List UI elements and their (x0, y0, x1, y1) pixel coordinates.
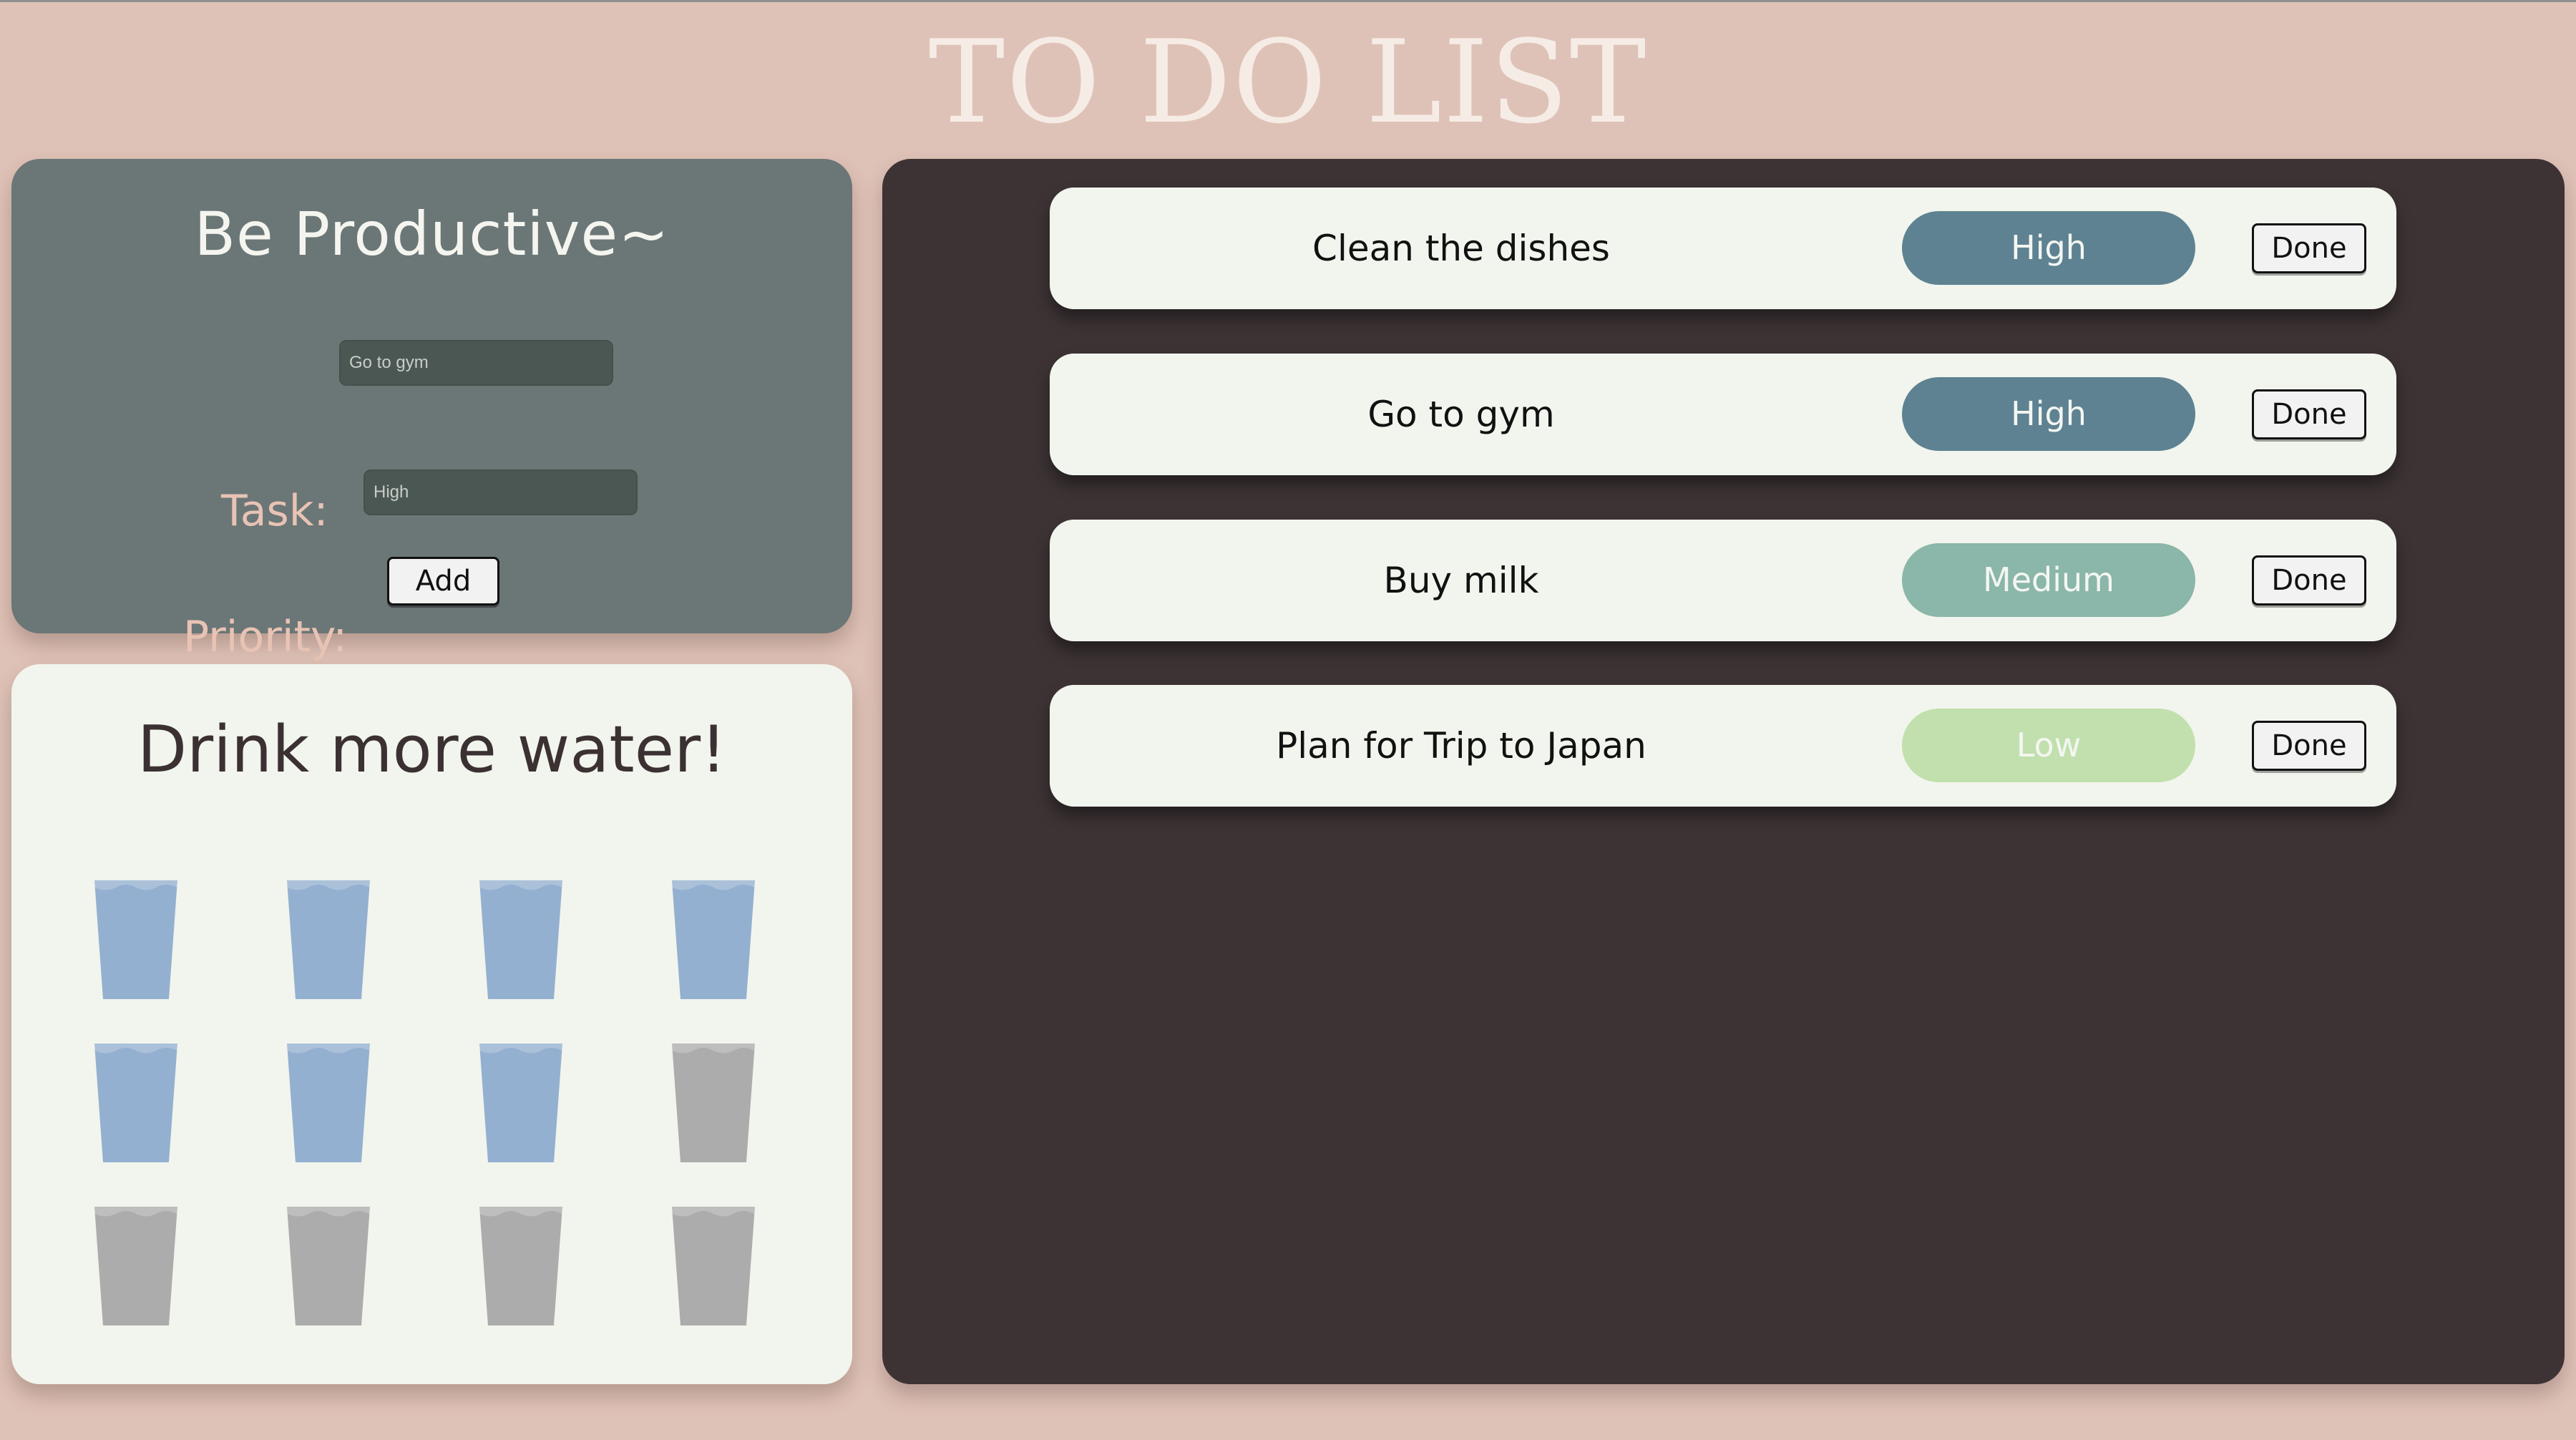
task-label: Task: (221, 486, 328, 536)
task-form-card: Be Productive~ Task: Priority: Add (11, 159, 852, 662)
priority-badge: High (1902, 377, 2195, 451)
task-item: Clean the dishes High Done (1050, 188, 2396, 309)
priority-badge: Medium (1902, 543, 2195, 617)
top-border (0, 0, 2576, 2)
water-cup-icon-full[interactable] (94, 880, 177, 999)
task-name: Plan for Trip to Japan (1276, 725, 1646, 767)
done-button[interactable]: Done (2252, 389, 2366, 439)
task-name: Buy milk (1383, 560, 1539, 601)
task-name: Clean the dishes (1312, 228, 1610, 269)
water-cup-icon-full[interactable] (287, 880, 370, 999)
water-cup-icon-full[interactable] (94, 1043, 177, 1162)
water-cup-icon-full[interactable] (479, 880, 562, 999)
task-list-panel: Clean the dishes High Done Go to gym Hig… (882, 159, 2565, 1384)
add-task-button[interactable]: Add (387, 557, 499, 605)
page-title: TO DO LIST (928, 15, 1648, 149)
water-cup-icon-full[interactable] (672, 880, 755, 999)
done-button[interactable]: Done (2252, 555, 2366, 605)
water-tracker-card: Drink more water! (11, 664, 852, 1384)
water-title: Drink more water! (137, 712, 727, 787)
water-cup-icon-empty[interactable] (672, 1043, 755, 1162)
done-button[interactable]: Done (2252, 721, 2366, 771)
priority-badge: Low (1902, 709, 2195, 782)
task-name: Go to gym (1367, 394, 1555, 435)
priority-label: Priority: (183, 612, 348, 662)
form-title: Be Productive~ (194, 199, 670, 269)
water-cup-icon-empty[interactable] (479, 1207, 562, 1325)
priority-input[interactable] (364, 470, 638, 515)
done-button[interactable]: Done (2252, 223, 2366, 273)
priority-badge: High (1902, 211, 2195, 285)
water-cup-icon-full[interactable] (479, 1043, 562, 1162)
task-item: Go to gym High Done (1050, 354, 2396, 475)
task-item: Buy milk Medium Done (1050, 520, 2396, 641)
water-cup-icon-empty[interactable] (287, 1207, 370, 1325)
task-input[interactable] (339, 340, 613, 386)
water-cup-icon-full[interactable] (287, 1043, 370, 1162)
water-cup-icon-empty[interactable] (94, 1207, 177, 1325)
water-cup-icon-empty[interactable] (672, 1207, 755, 1325)
task-item: Plan for Trip to Japan Low Done (1050, 685, 2396, 807)
